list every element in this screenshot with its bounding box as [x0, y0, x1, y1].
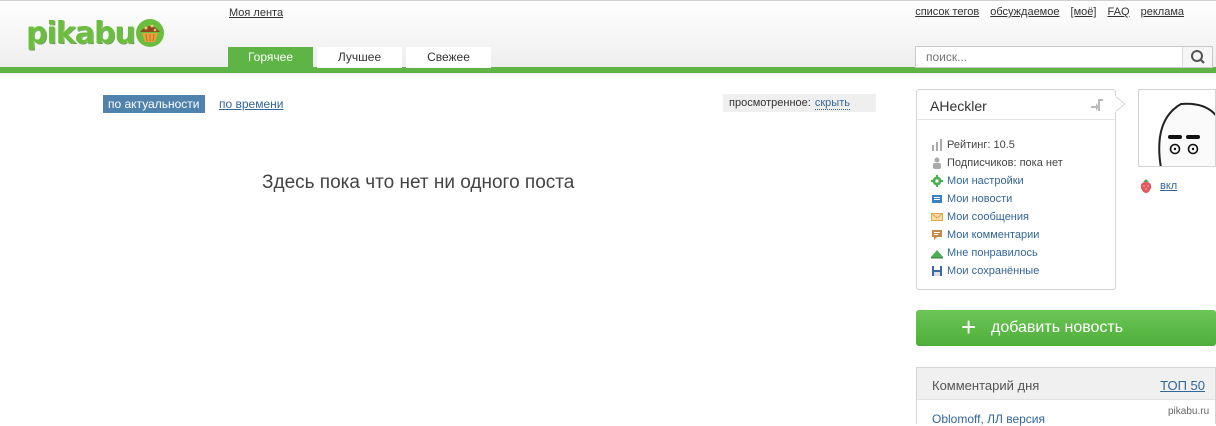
menu-messages-label[interactable]: Мои сообщения	[947, 211, 1029, 223]
user-panel-header: AHeckler	[917, 90, 1115, 120]
comment-icon	[932, 230, 942, 240]
mine-link[interactable]: [моё]	[1071, 6, 1097, 18]
floppy-icon	[932, 266, 942, 276]
rating-row: Рейтинг: 10.5	[931, 136, 1063, 154]
menu-liked[interactable]: Мне понравилось	[931, 244, 1063, 262]
panel-pointer-arrow	[1114, 96, 1126, 112]
envelope-icon	[931, 213, 943, 221]
tab-hot[interactable]: Горячее	[228, 47, 313, 68]
vkl-toggle-link[interactable]: вкл	[1160, 180, 1177, 192]
faq-link[interactable]: FAQ	[1108, 6, 1130, 18]
plus-icon: +	[961, 312, 977, 342]
gear-icon	[931, 175, 943, 187]
menu-saved[interactable]: Мои сохранённые	[931, 262, 1063, 280]
top-links: список тегов обсуждаемое [моё] FAQ рекла…	[907, 6, 1184, 18]
logo-text: pikabu	[26, 16, 136, 51]
muffin-icon	[136, 19, 164, 47]
menu-messages[interactable]: Мои сообщения	[931, 208, 1063, 226]
comment-of-day-title: Комментарий дня	[932, 378, 1040, 393]
subscribers-row: Подписчиков: пока нет	[931, 154, 1063, 172]
viewed-label: просмотренное:	[729, 97, 811, 109]
pikabu-logo[interactable]: pikabu	[26, 16, 166, 56]
my-feed-link[interactable]: Моя лента	[229, 7, 283, 19]
ads-link[interactable]: реклама	[1141, 6, 1184, 18]
menu-comments[interactable]: Мои комментарии	[931, 226, 1063, 244]
menu-news[interactable]: Мои новости	[931, 190, 1063, 208]
menu-settings[interactable]: Мои настройки	[931, 172, 1063, 190]
menu-comments-label[interactable]: Мои комментарии	[947, 229, 1039, 241]
watermark: pikabu.ru	[1168, 406, 1210, 417]
menu-liked-label[interactable]: Мне понравилось	[947, 247, 1038, 259]
logout-icon[interactable]	[1089, 97, 1105, 113]
add-news-label: добавить новость	[991, 319, 1124, 336]
hide-viewed-link[interactable]: скрыть	[814, 97, 850, 110]
tab-best[interactable]: Лучшее	[317, 47, 402, 68]
magnifier-icon	[1191, 50, 1205, 64]
sort-by-time-link[interactable]: по времени	[219, 97, 283, 111]
strawberry-icon	[1140, 179, 1152, 193]
discussed-link[interactable]: обсуждаемое	[990, 6, 1059, 18]
subscribers-text: Подписчиков: пока нет	[947, 157, 1063, 169]
person-icon	[933, 157, 941, 169]
comment-of-day-header: Комментарий дня ТОП 50	[917, 368, 1215, 400]
rating-bars-icon	[932, 139, 942, 151]
search-input[interactable]	[916, 47, 1184, 67]
news-icon	[932, 195, 942, 203]
user-panel: AHeckler Рейтинг: 10.5 Подписчиков: пока…	[916, 89, 1116, 290]
add-news-button[interactable]: + добавить новость	[916, 310, 1216, 346]
feed-tabs: Горячее Лучшее Свежее	[228, 47, 491, 68]
empty-feed-message: Здесь пока что нет ни одного поста	[262, 172, 575, 193]
rating-text: Рейтинг: 10.5	[947, 139, 1015, 151]
menu-settings-label[interactable]: Мои настройки	[947, 175, 1024, 187]
thumb-up-icon	[931, 250, 943, 259]
avatar[interactable]	[1138, 89, 1216, 167]
avatar-face-icon	[1158, 102, 1215, 166]
sort-by-relevance-button[interactable]: по актуальности	[103, 95, 205, 113]
tags-list-link[interactable]: список тегов	[915, 6, 979, 18]
menu-news-label[interactable]: Мои новости	[947, 193, 1012, 205]
search-box	[915, 46, 1213, 68]
menu-saved-label[interactable]: Мои сохранённые	[947, 265, 1039, 277]
username[interactable]: AHeckler	[930, 98, 987, 114]
top50-link[interactable]: ТОП 50	[1160, 378, 1205, 393]
tab-fresh[interactable]: Свежее	[406, 47, 491, 68]
search-button[interactable]	[1182, 47, 1212, 67]
user-menu: Рейтинг: 10.5 Подписчиков: пока нет Мои …	[931, 136, 1063, 280]
viewed-filter: просмотренное: скрыть	[723, 94, 876, 112]
